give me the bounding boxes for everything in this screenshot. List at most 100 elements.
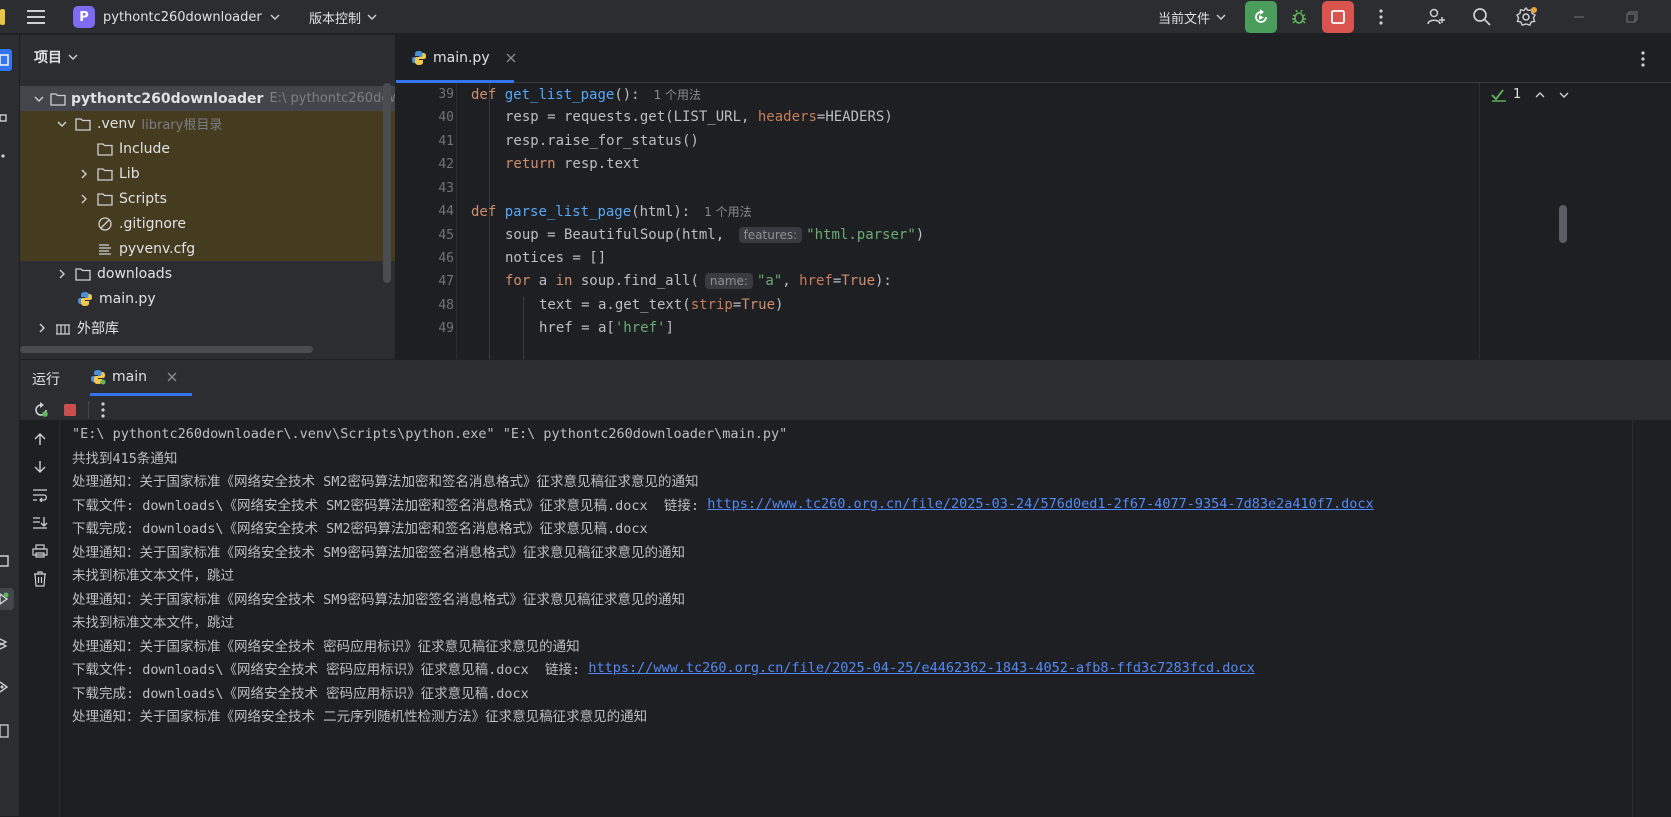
download-link[interactable]: https://www.tc260.org.cn/file/2025-04-25… xyxy=(588,660,1254,676)
ignore-file-icon xyxy=(96,216,114,232)
scroll-up-icon[interactable] xyxy=(31,430,49,448)
scroll-down-icon[interactable] xyxy=(31,458,49,476)
run-tab-main[interactable]: main xyxy=(90,360,192,396)
chevron-right-icon[interactable] xyxy=(54,266,70,282)
scroll-to-end-icon[interactable] xyxy=(31,514,49,532)
code-line[interactable]: 45 soup = BeautifulSoup(html, features: "… xyxy=(396,223,1616,247)
tree-item-pyvenv-cfg[interactable]: pyvenv.cfg xyxy=(20,236,395,261)
editor-tab-label: main.py xyxy=(433,49,490,66)
more-actions-button[interactable] xyxy=(1365,1,1397,33)
restore-button[interactable] xyxy=(1625,0,1639,34)
tree-item-label: Scripts xyxy=(119,190,167,207)
usage-hint[interactable]: 1 个用法 xyxy=(704,205,751,219)
tree-item-project-root[interactable]: pythontc260downloader E:\ pythontc260dow xyxy=(20,86,395,111)
console-output[interactable]: "E:\ pythontc260downloader\.venv\Scripts… xyxy=(60,420,1671,817)
folder-icon xyxy=(96,191,114,207)
code-line[interactable]: 40 resp = requests.get(LIST_URL, headers… xyxy=(396,105,1616,129)
tree-item-gitignore[interactable]: .gitignore xyxy=(20,211,395,236)
code-line[interactable]: 41 resp.raise_for_status() xyxy=(396,129,1616,153)
close-tab-icon[interactable] xyxy=(506,53,516,63)
chevron-right-icon[interactable] xyxy=(76,191,92,207)
line-number: 48 xyxy=(438,297,454,313)
run-tab-label: main xyxy=(112,368,147,385)
more-tool-windows-button[interactable] xyxy=(0,145,20,167)
chevron-right-icon[interactable] xyxy=(34,320,50,336)
code-with-me-button[interactable] xyxy=(1420,1,1452,33)
usage-hint[interactable]: 1 个用法 xyxy=(654,88,701,102)
chevron-right-icon[interactable] xyxy=(76,166,92,182)
project-panel: 项目 pythontc260downloader E:\ pythontc260… xyxy=(20,35,395,359)
run-tool-window-button[interactable] xyxy=(0,588,14,610)
rerun-button[interactable] xyxy=(1245,1,1277,33)
stop-button[interactable] xyxy=(1322,1,1354,33)
tree-item-lib[interactable]: Lib xyxy=(20,161,395,186)
tree-item-label: .gitignore xyxy=(119,215,186,232)
minimize-button[interactable] xyxy=(1572,0,1586,34)
python-packages-button[interactable] xyxy=(0,550,20,572)
terminal-tool-window-button[interactable] xyxy=(0,720,20,742)
rerun-icon[interactable] xyxy=(32,401,50,419)
close-tab-icon[interactable] xyxy=(167,372,177,382)
project-switcher[interactable]: P pythontc260downloader xyxy=(73,0,280,34)
run-panel-title: 运行 xyxy=(32,372,60,388)
console-line: 共找到415条通知 xyxy=(72,450,178,467)
main-menu-button[interactable] xyxy=(26,0,46,34)
vcs-menu[interactable]: 版本控制 xyxy=(309,0,377,34)
line-number: 45 xyxy=(438,227,454,243)
print-icon[interactable] xyxy=(31,542,49,560)
chevron-down-icon[interactable] xyxy=(54,116,70,132)
project-panel-header[interactable]: 项目 xyxy=(34,47,78,67)
debug-button[interactable] xyxy=(1283,1,1315,33)
more-icon[interactable] xyxy=(101,402,105,418)
tree-item-scripts[interactable]: Scripts xyxy=(20,186,395,211)
python-run-icon xyxy=(90,369,106,385)
stop-icon[interactable] xyxy=(62,402,78,418)
code-editor: main.py 1 39 def get_list_page(): 1 个用法 4… xyxy=(395,35,1671,359)
tree-item-include[interactable]: Include xyxy=(20,136,395,161)
clear-all-icon[interactable] xyxy=(31,570,49,588)
title-bar: P pythontc260downloader 版本控制 当前文件 xyxy=(0,0,1671,34)
code-line[interactable]: 49 href = a['href'] xyxy=(396,316,1616,340)
tree-item-hint: library根目录 xyxy=(141,118,223,133)
settings-button[interactable] xyxy=(1511,1,1543,33)
run-config-selector[interactable]: 当前文件 xyxy=(1158,0,1226,34)
restore-icon xyxy=(1625,10,1639,24)
project-vertical-scrollbar[interactable] xyxy=(383,83,391,283)
code-line[interactable]: 46 notices = [] xyxy=(396,246,1616,270)
code-line[interactable]: 47 for a in soup.find_all(name: "a", href… xyxy=(396,269,1616,293)
code-line[interactable]: 44 def parse_list_page(html): 1 个用法 xyxy=(396,199,1616,223)
console-vertical-scrollbar[interactable] xyxy=(1632,420,1646,817)
tree-item-venv[interactable]: .venv library根目录 xyxy=(20,111,395,136)
code-line[interactable]: 39 def get_list_page(): 1 个用法 xyxy=(396,82,1616,106)
editor-vertical-scrollbar[interactable] xyxy=(1559,205,1567,243)
chevron-down-icon xyxy=(270,12,280,22)
plugin-icon xyxy=(0,553,10,569)
tree-item-label: .venv xyxy=(97,115,136,132)
line-number: 41 xyxy=(438,133,454,149)
services-tool-window-button[interactable] xyxy=(0,676,20,698)
tree-item-main-py[interactable]: main.py xyxy=(20,286,395,311)
tree-item-label: Include xyxy=(119,140,170,157)
editor-tab-options-button[interactable] xyxy=(1641,51,1645,67)
project-tool-window-button[interactable] xyxy=(0,49,12,71)
tree-item-downloads[interactable]: downloads xyxy=(20,261,395,286)
editor-tab-bar: main.py xyxy=(396,35,1671,83)
settings-icon xyxy=(1516,6,1538,28)
code-line[interactable]: 48 text = a.get_text(strip=True) xyxy=(396,293,1616,317)
chevron-down-icon[interactable] xyxy=(34,91,44,107)
project-horizontal-scrollbar[interactable] xyxy=(20,346,313,353)
code-line[interactable]: 42 return resp.text xyxy=(396,152,1616,176)
code-line[interactable]: 43 xyxy=(396,176,1616,200)
line-number: 42 xyxy=(438,156,454,172)
run-config-label: 当前文件 xyxy=(1158,11,1211,27)
tree-item-external-libraries[interactable]: 外部库 xyxy=(20,315,395,340)
search-everywhere-button[interactable] xyxy=(1466,1,1498,33)
structure-tool-window-button[interactable] xyxy=(0,107,20,129)
download-link[interactable]: https://www.tc260.org.cn/file/2025-03-24… xyxy=(707,496,1373,512)
parameter-hint: name: xyxy=(704,273,753,289)
soft-wrap-icon[interactable] xyxy=(31,486,49,504)
line-number: 46 xyxy=(438,250,454,266)
editor-tab-main-py[interactable]: main.py xyxy=(396,35,516,83)
console-line: 下载完成: downloads\《网络安全技术 SM2密码算法加密和签名消息格式… xyxy=(72,520,648,537)
layers-tool-window-button[interactable] xyxy=(0,632,20,654)
